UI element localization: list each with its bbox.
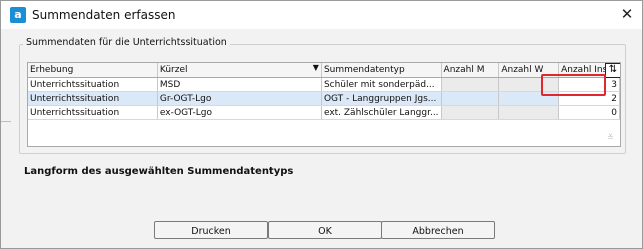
cell-anzahl-m [441,77,500,92]
cell-anzahl-ins[interactable]: 0 [558,105,620,120]
grid-header-row: Erhebung Kürzel ▼ Summendatentyp Anzahl … [28,63,620,78]
cell-erhebung[interactable]: Unterrichtssituation [28,91,158,106]
sort-down-icon: ▼ [312,63,319,72]
cell-anzahl-m [441,105,500,120]
dialog-window: a Summendaten erfassen ✕ Summendaten für… [0,0,643,249]
cell-kuerzel[interactable]: ex-OGT-Lgo [157,105,322,120]
highlight-box [541,74,606,96]
cell-anzahl-m [441,91,500,106]
column-header-summendatentyp[interactable]: Summendatentyp [321,63,442,78]
cell-kuerzel[interactable]: Gr-OGT-Lgo [157,91,322,106]
ok-button[interactable]: OK [268,221,382,239]
divider [1,121,11,122]
langform-label: Langform des ausgewählten Summendatentyp… [24,166,294,177]
cell-erhebung[interactable]: Unterrichtssituation [28,77,158,92]
cell-kuerzel[interactable]: MSD [157,77,322,92]
column-header-erhebung[interactable]: Erhebung [28,63,158,78]
column-chooser-icon[interactable]: ⇅ [605,63,620,78]
column-header-kuerzel[interactable]: Kürzel ▼ [157,63,322,78]
print-button[interactable]: Drucken [154,221,268,239]
groupbox-legend: Summendaten für die Unterrichtssituation [23,37,230,48]
scroll-down-icon[interactable]: ≚ [607,133,614,142]
summendaten-grid[interactable]: Erhebung Kürzel ▼ Summendatentyp Anzahl … [27,62,621,147]
column-header-kuerzel-label: Kürzel [159,65,188,75]
close-button[interactable]: ✕ [612,1,642,29]
column-header-anzahl-m[interactable]: Anzahl M [441,63,500,78]
title-bar: a Summendaten erfassen ✕ [1,1,642,29]
cell-summendatentyp[interactable]: OGT - Langgruppen Jgs... [321,91,442,106]
app-icon: a [10,7,26,23]
cancel-button[interactable]: Abbrechen [381,221,495,239]
table-row[interactable]: Unterrichtssituation Gr-OGT-Lgo OGT - La… [28,91,620,106]
cell-summendatentyp[interactable]: Schüler mit sonderpäd... [321,77,442,92]
cell-anzahl-w [498,105,560,120]
window-title: Summendaten erfassen [32,8,176,22]
table-row[interactable]: Unterrichtssituation ex-OGT-Lgo ext. Zäh… [28,105,620,120]
table-row[interactable]: Unterrichtssituation MSD Schüler mit son… [28,77,620,92]
cell-summendatentyp[interactable]: ext. Zählschüler Langgr... [321,105,442,120]
cell-erhebung[interactable]: Unterrichtssituation [28,105,158,120]
